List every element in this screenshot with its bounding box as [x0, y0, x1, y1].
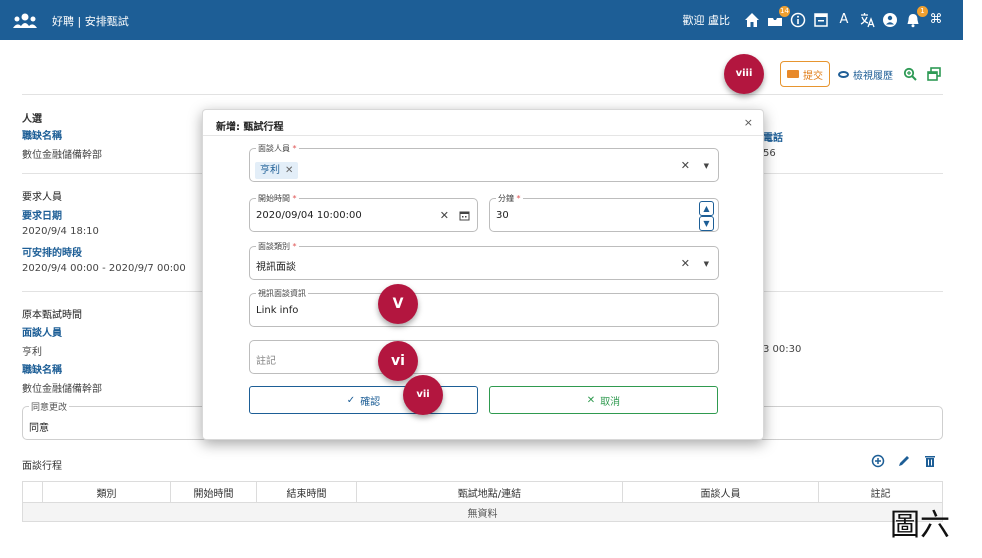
check-icon: ✓ [346, 394, 356, 406]
annotation-marker-vi: vi [378, 341, 418, 381]
interview-type-select[interactable]: 面談類別 * 視訊面談 ✕ ▼ [249, 241, 719, 280]
info-icon[interactable] [789, 11, 807, 29]
header-actions: 歡迎 盧比 14 A 1 ⌘ [682, 6, 946, 30]
cancel-button[interactable]: ✕ 取消 [489, 386, 718, 414]
modal-title: 新增: 甄試行程 [216, 122, 284, 133]
interviewer-legend: 面談人員 * [256, 143, 299, 154]
start-time-legend: 開始時間 * [256, 193, 299, 204]
cancel-label: 取消 [600, 396, 621, 408]
chevron-down-icon[interactable]: ▼ [704, 162, 709, 170]
minutes-legend: 分鐘 * [496, 193, 523, 204]
video-info-field[interactable]: 視訊面談資訊 Link info [249, 288, 719, 327]
clear-icon[interactable]: ✕ [681, 159, 690, 172]
decrement-icon[interactable]: ▼ [699, 216, 714, 231]
app-root: 好聘 | 安排甄試 歡迎 盧比 14 A 1 ⌘ 提交 檢視履歷 人選 職缺名稱… [0, 0, 982, 558]
user-icon[interactable] [881, 11, 899, 29]
clear-icon[interactable]: ✕ [440, 209, 449, 222]
top-navbar: 好聘 | 安排甄試 歡迎 盧比 14 A 1 ⌘ [0, 0, 963, 40]
interviewer-chip[interactable]: 亨利 ✕ [255, 162, 299, 179]
interview-type-value: 視訊面談 [256, 262, 296, 273]
logo-icon[interactable] [12, 11, 38, 29]
font-size-icon[interactable]: A [835, 11, 853, 29]
interview-type-legend: 面談類別 * [256, 241, 299, 252]
app-title: 好聘 | 安排甄試 [52, 15, 129, 28]
increment-icon[interactable]: ▲ [699, 201, 714, 216]
translate-icon[interactable] [858, 11, 876, 29]
inbox-icon[interactable]: 14 [766, 6, 790, 29]
annotation-marker-viii: viii [724, 54, 764, 94]
annotation-marker-v: V [378, 284, 418, 324]
welcome-text: 歡迎 盧比 [682, 14, 731, 27]
note-field[interactable]: 註記 [249, 340, 719, 374]
interviewer-select[interactable]: 面談人員 * 亨利 ✕ ✕ ▼ [249, 143, 719, 182]
close-icon[interactable]: × [744, 116, 753, 129]
window-icon[interactable] [812, 11, 830, 29]
remove-chip-icon[interactable]: ✕ [285, 165, 293, 176]
minutes-stepper[interactable]: 分鐘 * 30 ▲ ▼ [489, 193, 719, 232]
start-time-field[interactable]: 開始時間 * 2020/09/04 10:00:00 ✕ [249, 193, 478, 232]
video-info-legend: 視訊面談資訊 [256, 288, 308, 299]
annotation-marker-vii: vii [403, 375, 443, 415]
start-time-value: 2020/09/04 10:00:00 [256, 210, 362, 221]
video-info-value: Link info [256, 305, 299, 316]
chevron-down-icon[interactable]: ▼ [704, 260, 709, 268]
close-icon: ✕ [586, 394, 596, 406]
confirm-button[interactable]: ✓ 確認 [249, 386, 478, 414]
page-scrollbar-area[interactable] [963, 0, 982, 558]
note-placeholder: 註記 [256, 356, 276, 367]
modal-header: 新增: 甄試行程 × [203, 110, 763, 136]
command-icon[interactable]: ⌘ [927, 11, 945, 29]
confirm-label: 確認 [360, 396, 381, 408]
home-icon[interactable] [743, 11, 761, 29]
bell-icon[interactable]: 1 [904, 6, 928, 29]
minutes-value: 30 [496, 210, 509, 221]
clear-icon[interactable]: ✕ [681, 257, 690, 270]
add-interview-modal: 新增: 甄試行程 × 面談人員 * 亨利 ✕ ✕ ▼ 開始時間 * 2020/09… [202, 109, 764, 440]
calendar-icon[interactable] [459, 210, 470, 221]
